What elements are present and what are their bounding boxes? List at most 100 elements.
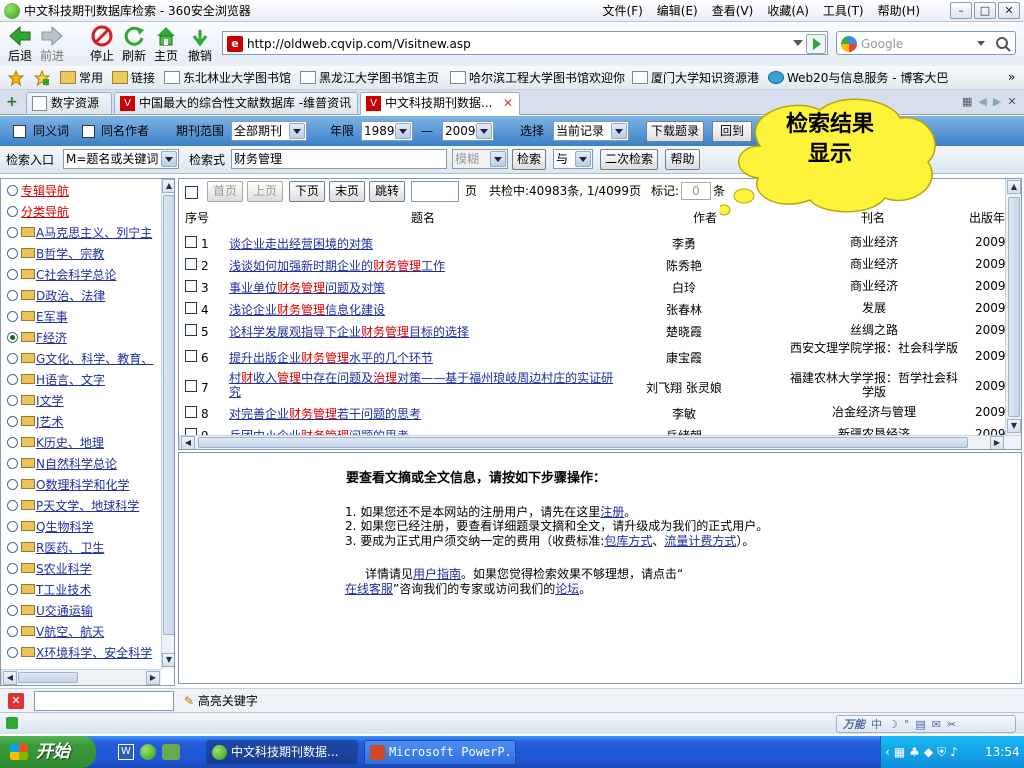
- tree-node[interactable]: B哲学、宗教: [7, 244, 104, 264]
- tree-node-label[interactable]: C社会科学总论: [36, 268, 116, 282]
- user-guide-link[interactable]: 用户指南: [413, 567, 461, 581]
- bookmarks-overflow-icon[interactable]: »: [1008, 70, 1015, 84]
- result-title-link[interactable]: 对完善企业财务管理若干问题的思考: [229, 405, 421, 422]
- tree-node-label[interactable]: H语言、文字: [36, 373, 105, 387]
- tree-node[interactable]: E军事: [7, 307, 68, 327]
- tree-radio[interactable]: [7, 269, 18, 280]
- scroll-down-icon[interactable]: ▼: [1007, 419, 1021, 433]
- bookmark-hrbeu-library[interactable]: 哈尔滨工程大学图书馆欢迎你: [450, 70, 625, 86]
- tree-node-label[interactable]: J艺术: [36, 415, 64, 429]
- stop-button[interactable]: 停止: [86, 24, 118, 63]
- tree-radio[interactable]: [7, 500, 18, 511]
- status-keyboard-icon[interactable]: ▤: [915, 718, 925, 731]
- tree-radio[interactable]: [7, 374, 18, 385]
- tree-node[interactable]: K历史、地理: [7, 433, 104, 453]
- forward-button[interactable]: 前进: [36, 24, 68, 63]
- search-icon[interactable]: [995, 36, 1011, 52]
- scroll-left-icon[interactable]: ◀: [181, 436, 195, 449]
- page-number-input[interactable]: [411, 181, 459, 202]
- result-checkbox[interactable]: [185, 324, 197, 336]
- scroll-up-icon[interactable]: ▲: [162, 179, 174, 193]
- taskbar-item-journal-db[interactable]: 中文科技期刊数据...: [206, 740, 358, 765]
- tree-radio[interactable]: [7, 626, 18, 637]
- status-tool-logo-icon[interactable]: 万能: [843, 716, 865, 732]
- menu-favorites[interactable]: 收藏(A): [767, 3, 809, 19]
- address-dropdown-icon[interactable]: [793, 40, 803, 46]
- tree-radio[interactable]: [7, 542, 18, 553]
- first-page-button[interactable]: 首页: [207, 181, 243, 202]
- tree-node-label[interactable]: U交通运输: [36, 604, 93, 618]
- tree-node-label[interactable]: S农业科学: [36, 562, 92, 576]
- journal-range-select[interactable]: 全部期刊: [231, 121, 307, 141]
- result-checkbox[interactable]: [185, 302, 197, 314]
- tree-radio[interactable]: [7, 479, 18, 490]
- jump-page-button[interactable]: 跳转: [369, 181, 405, 202]
- tree-node-label[interactable]: V航空、航天: [36, 625, 104, 639]
- package-pricing-link[interactable]: 包库方式: [604, 534, 652, 548]
- menu-help[interactable]: 帮助(H): [878, 3, 920, 19]
- tree-node[interactable]: X环境科学、安全科学: [7, 643, 152, 663]
- tree-node-label[interactable]: 专辑导航: [21, 184, 69, 198]
- scroll-down-icon[interactable]: ▼: [162, 653, 174, 667]
- tree-node[interactable]: V航空、航天: [7, 622, 104, 642]
- search-engine-dropdown-icon[interactable]: [977, 41, 985, 46]
- browser-quicklaunch-icon[interactable]: [140, 744, 156, 760]
- result-checkbox[interactable]: [185, 350, 197, 362]
- download-records-button[interactable]: 下载题录: [646, 121, 704, 142]
- tree-node[interactable]: Q生物科学: [7, 517, 93, 537]
- tree-horizontal-scrollbar[interactable]: ◀ ▶: [1, 669, 161, 685]
- fuzzy-select[interactable]: 模糊: [452, 149, 508, 169]
- tray-security-icon[interactable]: ◆: [924, 745, 933, 760]
- new-tab-icon[interactable]: +: [6, 94, 18, 110]
- undo-button[interactable]: 撤销: [184, 24, 216, 63]
- secondary-search-button[interactable]: 二次检索: [600, 149, 658, 170]
- tray-shield-icon[interactable]: ⛨: [937, 745, 946, 760]
- tab-digital-resources[interactable]: 数字资源: [26, 92, 112, 114]
- web-search-input[interactable]: Google: [861, 36, 903, 52]
- menu-file[interactable]: 文件(F): [603, 3, 643, 19]
- tree-node[interactable]: P天文学、地球科学: [7, 496, 139, 516]
- search-expr-input[interactable]: 财务管理: [231, 149, 447, 169]
- online-service-link[interactable]: 在线客服: [345, 582, 393, 596]
- result-title-link[interactable]: 事业单位财务管理问题及对策: [229, 279, 385, 296]
- tree-radio[interactable]: [7, 353, 18, 364]
- tab-cqvip-home[interactable]: V 中国最大的综合性文献数据库 -维普资讯: [114, 92, 358, 114]
- bookmark-nefu-library[interactable]: 东北林业大学图书馆: [164, 70, 291, 86]
- tree-node[interactable]: C社会科学总论: [7, 265, 116, 285]
- maximize-button[interactable]: □: [974, 2, 996, 19]
- results-horizontal-scrollbar[interactable]: ◀ ▶: [179, 435, 1021, 449]
- menu-tools[interactable]: 工具(T): [823, 3, 864, 19]
- tree-node[interactable]: H语言、文字: [7, 370, 105, 390]
- start-button[interactable]: 开始: [0, 736, 96, 768]
- web-search-box[interactable]: Google: [836, 31, 1016, 55]
- tray-volume-icon[interactable]: ♪: [950, 745, 958, 760]
- tree-vertical-scrollbar[interactable]: ▲ ▼: [161, 179, 174, 669]
- tree-node[interactable]: 专辑导航: [7, 181, 69, 201]
- tree-radio[interactable]: [7, 290, 18, 301]
- status-lang-icon[interactable]: 中: [871, 716, 882, 732]
- tab-scroll-left-icon[interactable]: ◀: [978, 95, 986, 108]
- tree-node[interactable]: D政治、法律: [7, 286, 105, 306]
- close-tab-icon[interactable]: ✕: [503, 93, 513, 113]
- select-all-checkbox[interactable]: [185, 186, 198, 199]
- tray-qq-icon[interactable]: ♣: [909, 745, 920, 760]
- result-title-link[interactable]: 谈企业走出经营困境的对策: [229, 235, 373, 252]
- last-page-button[interactable]: 末页: [329, 181, 365, 202]
- scroll-right-icon[interactable]: ▶: [990, 436, 1004, 449]
- tree-node[interactable]: A马克思主义、列宁主: [7, 223, 152, 243]
- status-dot-icon[interactable]: °: [904, 718, 910, 731]
- tree-radio[interactable]: [7, 437, 18, 448]
- result-checkbox[interactable]: [185, 406, 197, 418]
- search-entry-select[interactable]: M=题名或关键词: [63, 149, 179, 169]
- results-scroll-thumb[interactable]: [1008, 197, 1020, 417]
- bookmark-web20-blog[interactable]: Web20与信息服务 - 博客大巴: [768, 70, 948, 86]
- tree-radio[interactable]: [7, 332, 18, 343]
- tree-node[interactable]: U交通运输: [7, 601, 93, 621]
- tree-node-label[interactable]: F经济: [36, 331, 67, 345]
- tree-radio[interactable]: [7, 206, 18, 217]
- logic-select[interactable]: 与: [553, 149, 593, 169]
- find-input[interactable]: [34, 691, 174, 711]
- tree-radio[interactable]: [7, 584, 18, 595]
- tree-node-label[interactable]: P天文学、地球科学: [36, 499, 139, 513]
- tree-radio[interactable]: [7, 605, 18, 616]
